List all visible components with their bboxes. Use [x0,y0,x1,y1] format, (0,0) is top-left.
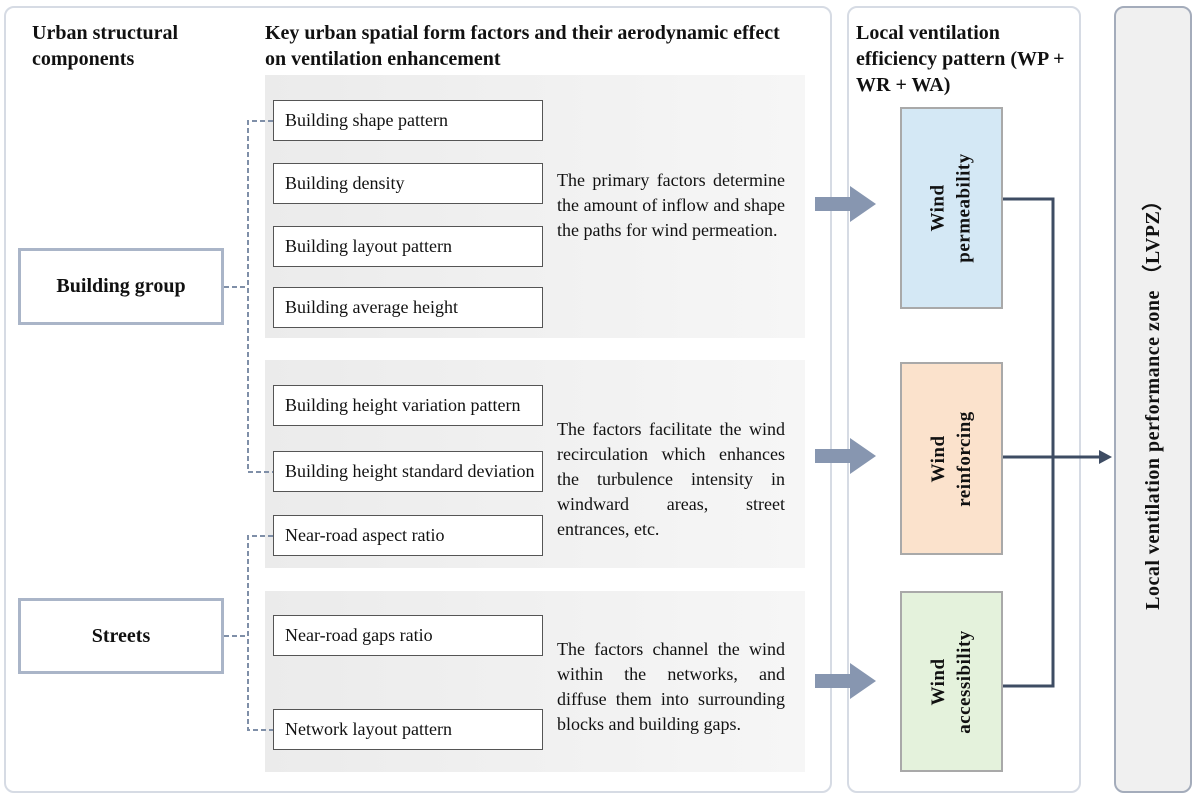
arrow-right-icon [815,186,876,222]
arrowhead-icon [1099,450,1112,464]
arrow-right-icon [815,438,876,474]
merge-line [1003,197,1055,688]
arrow-right-icon [815,663,876,699]
block-arrows [815,186,876,699]
connectors [224,120,1112,731]
merge-lines [1003,197,1100,688]
dashed-connectors [224,120,273,731]
streets-dashed-line [224,535,273,731]
diagram: Urban structural components Key urban sp… [0,0,1200,800]
building-group-dashed-line [224,120,273,473]
